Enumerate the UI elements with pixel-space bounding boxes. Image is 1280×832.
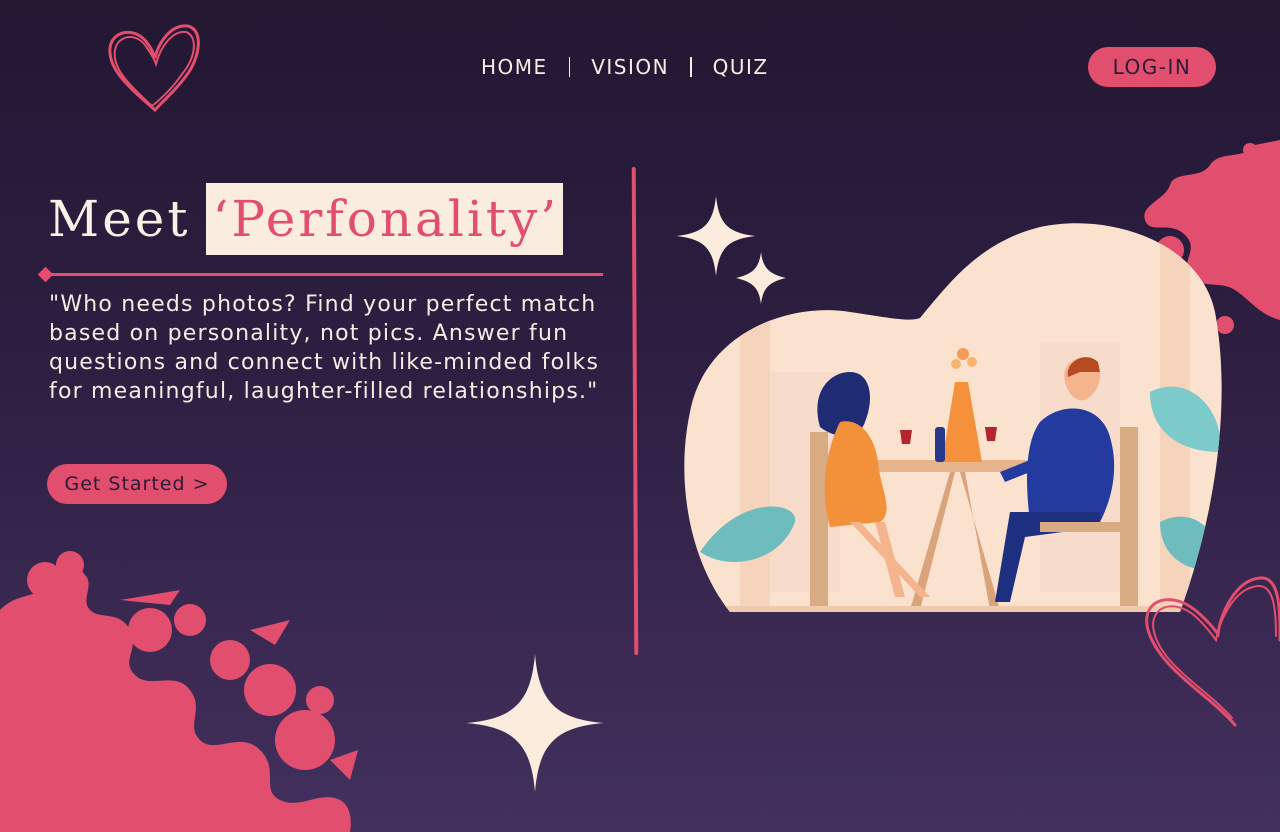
underline-diamond — [37, 266, 54, 283]
headline-prefix: Meet — [48, 190, 191, 248]
sparkle-icon — [466, 654, 604, 792]
heart-logo-icon[interactable] — [100, 18, 210, 118]
headline-brand: ‘Perfonality’ — [206, 183, 564, 255]
login-button[interactable]: LOG-IN — [1088, 47, 1216, 87]
hero-tagline: "Who needs photos? Find your perfect mat… — [49, 292, 600, 404]
hero-headline: Meet ‘Perfonality’ — [48, 183, 564, 255]
headline-underline — [45, 273, 603, 276]
nav-vision-link[interactable]: VISION — [570, 48, 690, 86]
couple-dinner-illustration — [684, 223, 1222, 612]
nav-quiz-link[interactable]: QUIZ — [692, 48, 790, 86]
get-started-button[interactable]: Get Started > — [47, 464, 227, 504]
main-nav: HOME VISION QUIZ — [460, 48, 790, 86]
heart-outline-icon — [1145, 576, 1280, 727]
floral-decoration — [0, 551, 358, 832]
vertical-divider — [631, 166, 639, 656]
nav-home-link[interactable]: HOME — [460, 48, 569, 86]
